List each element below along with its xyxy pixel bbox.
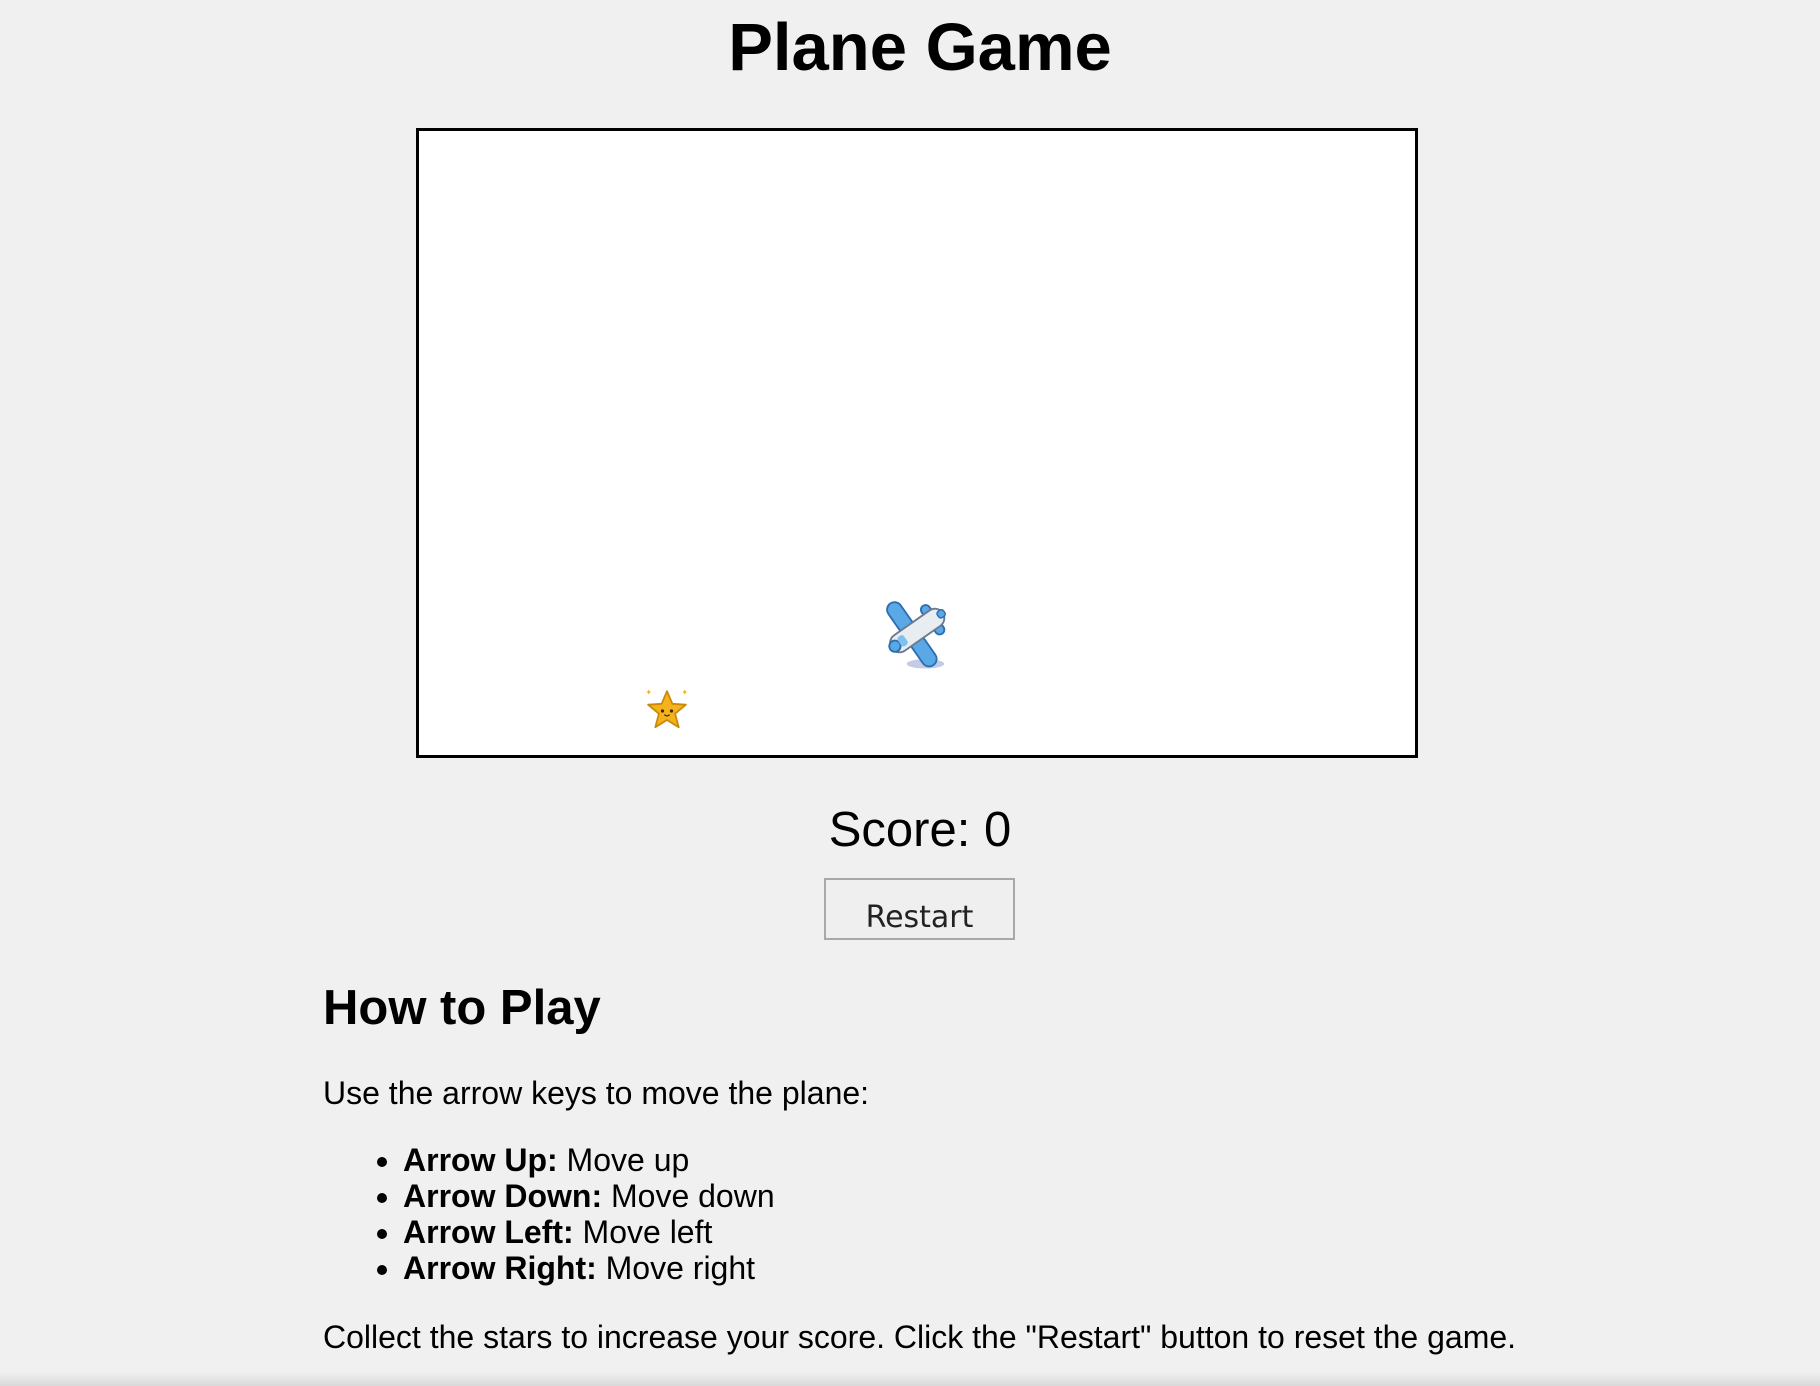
score-display: Score: 0 xyxy=(828,803,1012,857)
svg-text:✦: ✦ xyxy=(681,687,688,697)
control-item-right: Arrow Right: Move right xyxy=(403,1250,775,1286)
svg-text:✦: ✦ xyxy=(645,687,652,697)
control-key: Arrow Right: xyxy=(403,1250,597,1286)
instructions-intro: Use the arrow keys to move the plane: xyxy=(323,1075,870,1111)
restart-button[interactable]: Restart xyxy=(824,878,1015,940)
control-action: Move left xyxy=(573,1214,713,1250)
control-action: Move up xyxy=(557,1142,690,1178)
window-bottom-edge xyxy=(0,1372,1820,1386)
control-key: Arrow Up: xyxy=(403,1142,558,1178)
airplane-icon xyxy=(886,601,946,669)
control-item-up: Arrow Up: Move up xyxy=(403,1142,775,1178)
control-action: Move right xyxy=(596,1250,756,1286)
control-key: Arrow Down: xyxy=(403,1178,603,1214)
instructions-footer: Collect the stars to increase your score… xyxy=(323,1319,1517,1355)
control-key: Arrow Left: xyxy=(403,1214,574,1250)
controls-list: Arrow Up: Move up Arrow Down: Move down … xyxy=(323,1142,775,1286)
control-action: Move down xyxy=(602,1178,775,1214)
page-title: Plane Game xyxy=(728,10,1112,85)
how-to-play-heading: How to Play xyxy=(323,981,601,1035)
control-item-down: Arrow Down: Move down xyxy=(403,1178,775,1214)
control-item-left: Arrow Left: Move left xyxy=(403,1214,775,1250)
game-canvas[interactable]: ✦ ✦ xyxy=(416,128,1418,758)
star-icon: ✦ ✦ xyxy=(645,687,688,729)
